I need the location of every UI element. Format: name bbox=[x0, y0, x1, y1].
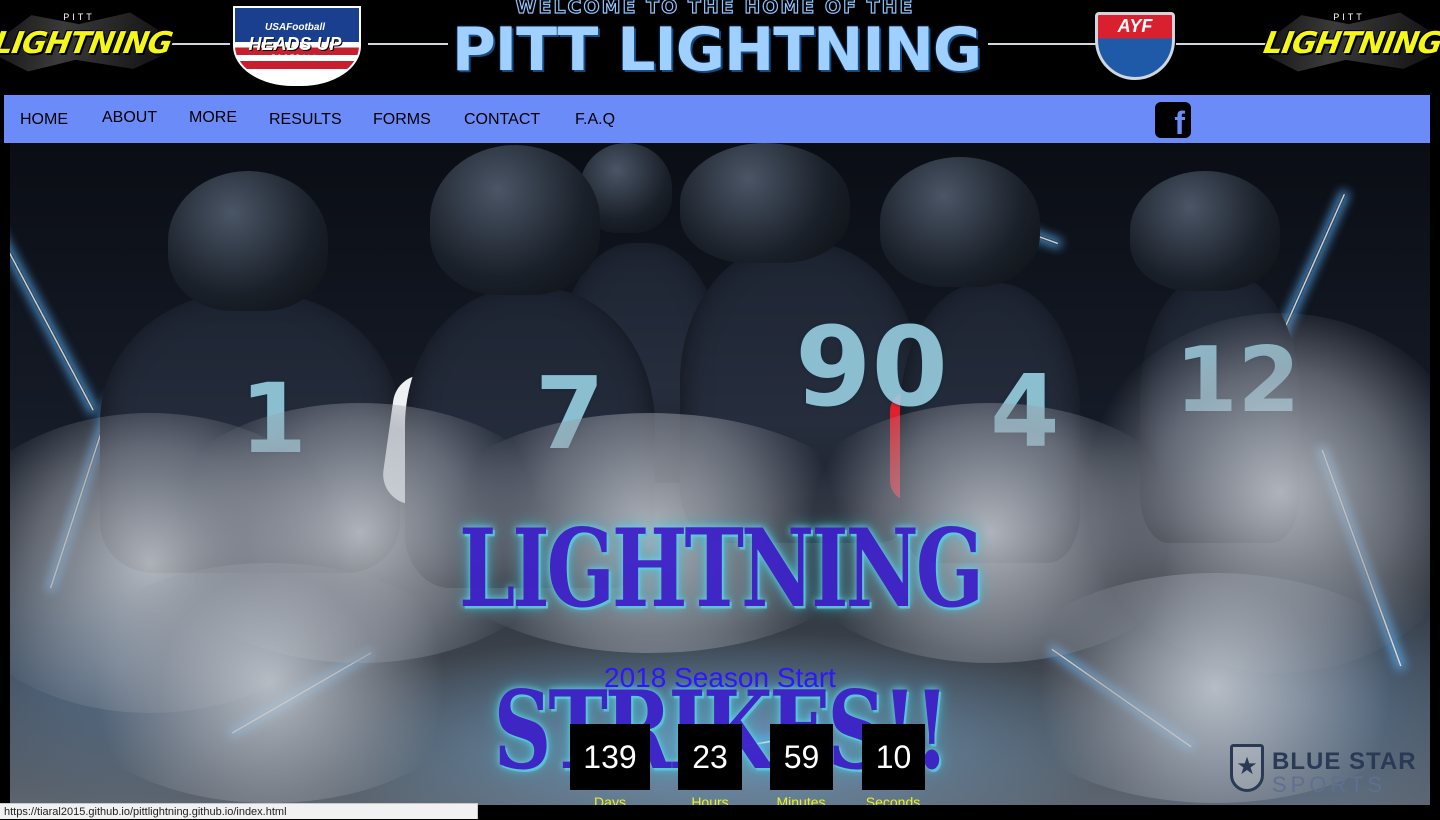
logo-small-text: PITT bbox=[63, 12, 95, 22]
nav-results[interactable]: RESULTS bbox=[269, 111, 342, 129]
main-nav: HOME ABOUT MORE RESULTS FORMS CONTACT F.… bbox=[4, 95, 1430, 143]
banner-divider bbox=[988, 43, 1096, 45]
blue-star-sports-logo: ★ BLUE STAR SPORTS bbox=[1228, 742, 1432, 798]
countdown-minutes-label: Minutes bbox=[776, 794, 826, 805]
player-helmet bbox=[168, 171, 328, 311]
nav-home[interactable]: HOME bbox=[20, 111, 68, 129]
sponsor-line2: SPORTS bbox=[1272, 772, 1387, 797]
countdown-seconds: 10 bbox=[862, 724, 925, 790]
nav-contact[interactable]: CONTACT bbox=[464, 111, 540, 129]
lightning-bolt bbox=[0, 215, 95, 411]
countdown-days-label: Days bbox=[594, 794, 626, 805]
player-helmet bbox=[1130, 171, 1280, 291]
hero-right-edge bbox=[1430, 143, 1440, 805]
banner-divider bbox=[368, 43, 448, 45]
logo-word: LIGHTNING bbox=[0, 26, 175, 61]
header-banner: PITT LIGHTNING USAFootball HEADS UP FOOT… bbox=[0, 0, 1440, 95]
nav-forms[interactable]: FORMS bbox=[373, 111, 431, 129]
logo-small-text: PITT bbox=[1333, 12, 1365, 22]
star-icon: ★ bbox=[1230, 744, 1264, 792]
hero-left-edge bbox=[0, 143, 10, 805]
heads-up-line3: FOOTBALL bbox=[271, 55, 319, 61]
pitt-lightning-logo-right: PITT LIGHTNING bbox=[1260, 10, 1440, 74]
status-bar-url: https://tiaral2015.github.io/pittlightni… bbox=[0, 803, 478, 819]
pitt-lightning-logo-left: PITT LIGHTNING bbox=[0, 10, 175, 74]
countdown-hours-label: Hours bbox=[691, 794, 729, 805]
player-helmet bbox=[430, 145, 600, 295]
heads-up-line2: HEADS UP bbox=[248, 34, 342, 54]
heads-up-football-logo: USAFootball HEADS UP FOOTBALL bbox=[225, 6, 365, 86]
countdown-hours: 23 bbox=[678, 724, 742, 790]
logo-word: LIGHTNING bbox=[1260, 26, 1440, 61]
nav-about[interactable]: ABOUT bbox=[102, 109, 157, 127]
countdown-days: 139 bbox=[570, 724, 650, 790]
ayf-text: AYF bbox=[1117, 16, 1153, 36]
countdown-minutes: 59 bbox=[770, 724, 833, 790]
heads-up-line1: USAFootball bbox=[265, 22, 325, 33]
season-start-text: 2018 Season Start bbox=[604, 662, 836, 693]
site-title: PITT LIGHTNING bbox=[451, 15, 982, 85]
nav-more[interactable]: MORE bbox=[189, 109, 237, 127]
facebook-icon[interactable]: f bbox=[1155, 102, 1191, 138]
nav-faq[interactable]: F.A.Q bbox=[575, 111, 615, 129]
countdown-seconds-label: Seconds bbox=[865, 794, 921, 805]
ayf-logo: AYF bbox=[1095, 12, 1175, 80]
player-helmet bbox=[680, 143, 850, 263]
banner-divider bbox=[1176, 43, 1272, 45]
player-helmet bbox=[880, 157, 1040, 287]
hero-section: 1 7 90 4 12 LIGHTNING STRIKES!! 2018 Sea… bbox=[0, 143, 1440, 805]
